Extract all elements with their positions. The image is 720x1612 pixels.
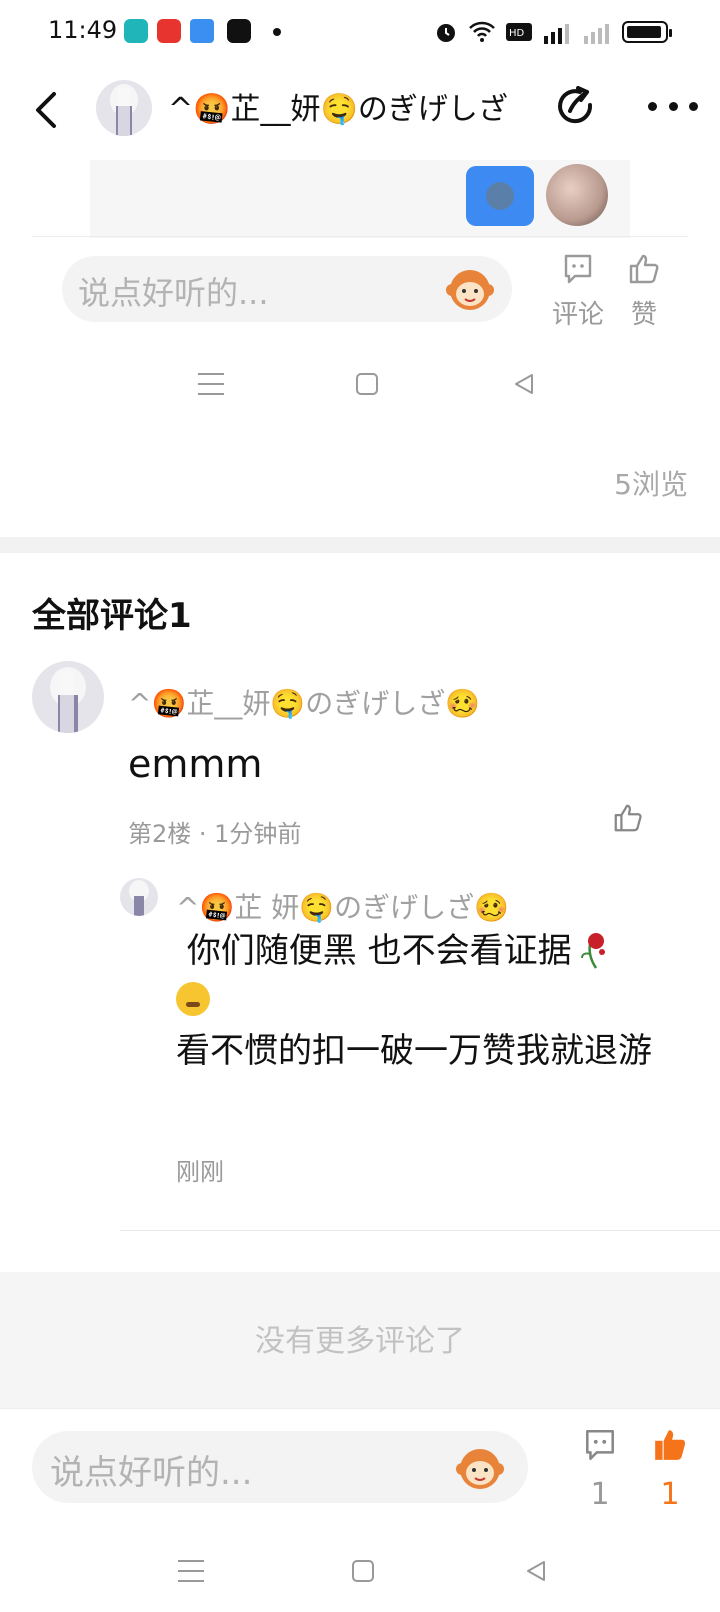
section-separator <box>0 537 720 553</box>
comment-button[interactable]: 1 <box>578 1427 622 1512</box>
status-time: 11:49 <box>48 16 118 44</box>
embedded-comment-label: 评论 <box>551 300 604 330</box>
embedded-comment-action: 评论 <box>548 252 608 331</box>
recent-apps-button[interactable] <box>178 1560 204 1582</box>
comment-author[interactable]: ^🤬芷__妍🤤のぎげしざ🥴 <box>128 682 480 722</box>
monkey-mascot-icon <box>446 270 494 310</box>
battery-icon <box>622 21 672 43</box>
back-triangle-icon <box>515 374 533 394</box>
comment-bubble-icon <box>586 1429 614 1461</box>
home-button[interactable] <box>352 1560 374 1582</box>
thumbs-up-filled-icon <box>655 1430 686 1460</box>
svg-text:HD: HD <box>509 28 525 39</box>
comment-avatar[interactable] <box>32 661 104 733</box>
alarm-icon <box>437 24 455 42</box>
share-icon[interactable] <box>554 85 598 129</box>
post-image-strip <box>90 160 630 238</box>
comment-bubble-icon <box>564 254 592 284</box>
embedded-comment-input: 说点好听的... <box>62 256 512 322</box>
blue-app-icon <box>190 19 214 43</box>
thumbs-up-icon <box>629 254 659 284</box>
comment-count: 1 <box>590 1477 610 1512</box>
reply-text: 你们随便黑 也不会看证据 看不惯的扣一破一万赞我就退游 <box>176 926 676 1076</box>
page-title: ^🤬芷__妍🤤のぎげしざ <box>168 92 508 127</box>
monkey-mascot-icon[interactable] <box>454 1441 506 1493</box>
back-button[interactable] <box>28 88 68 132</box>
wifi-icon <box>469 21 495 42</box>
signal-icon <box>584 24 609 44</box>
comment-meta: 第2楼 · 1分钟前 <box>128 820 302 848</box>
comment-input-placeholder: 说点好听的... <box>50 1453 253 1493</box>
no-more-comments: 没有更多评论了 <box>0 1272 720 1408</box>
comment-input[interactable]: 说点好听的... <box>32 1431 528 1503</box>
user-avatar[interactable] <box>96 80 152 136</box>
view-count: 5浏览 <box>614 468 688 501</box>
embedded-like-label: 赞 <box>630 300 657 330</box>
more-options-button[interactable] <box>648 94 698 118</box>
top-app-bar: ^🤬芷__妍🤤のぎげしざ <box>0 70 720 150</box>
notification-dot-icon <box>273 28 281 36</box>
menu-icon <box>198 373 224 395</box>
hd-icon: HD <box>506 23 532 41</box>
reply-line-1: 你们随便黑 也不会看证据 <box>176 926 676 976</box>
comments-header: 全部评论1 <box>32 596 192 636</box>
divider <box>32 236 688 237</box>
no-more-label: 没有更多评论了 <box>255 1324 465 1359</box>
signal-5g-icon <box>544 24 569 44</box>
reply-line-2: 看不惯的扣一破一万赞我就退游 <box>176 1031 652 1071</box>
reply-time: 刚刚 <box>176 1158 224 1186</box>
like-count: 1 <box>660 1477 680 1512</box>
embedded-like-action: 赞 <box>614 252 674 331</box>
sweat-smile-emoji <box>176 982 210 1017</box>
home-app-icon <box>124 19 148 43</box>
reply-author[interactable]: ^🤬芷 妍🤤のぎげしざ🥴 <box>176 886 509 926</box>
embedded-avatar-image <box>546 164 608 226</box>
netease-music-icon <box>157 19 181 43</box>
home-square-icon <box>356 373 378 395</box>
comment-like-button[interactable] <box>612 802 644 834</box>
system-back-button[interactable] <box>524 1559 548 1583</box>
embedded-system-nav <box>0 355 720 415</box>
emoji-sticker-image <box>466 166 534 226</box>
embedded-input-placeholder: 说点好听的... <box>78 274 269 312</box>
like-button[interactable]: 1 <box>648 1427 692 1512</box>
comment-text: emmm <box>128 742 263 786</box>
system-nav-bar <box>0 1542 720 1602</box>
wilted-rose-icon <box>580 933 605 969</box>
news-app-icon <box>227 19 251 43</box>
status-indicators: HD <box>434 18 672 46</box>
status-bar: 11:49 HD <box>0 0 720 64</box>
divider <box>120 1230 720 1231</box>
bottom-action-bar: 说点好听的... 1 1 <box>0 1408 720 1534</box>
reply-avatar[interactable] <box>120 878 158 916</box>
